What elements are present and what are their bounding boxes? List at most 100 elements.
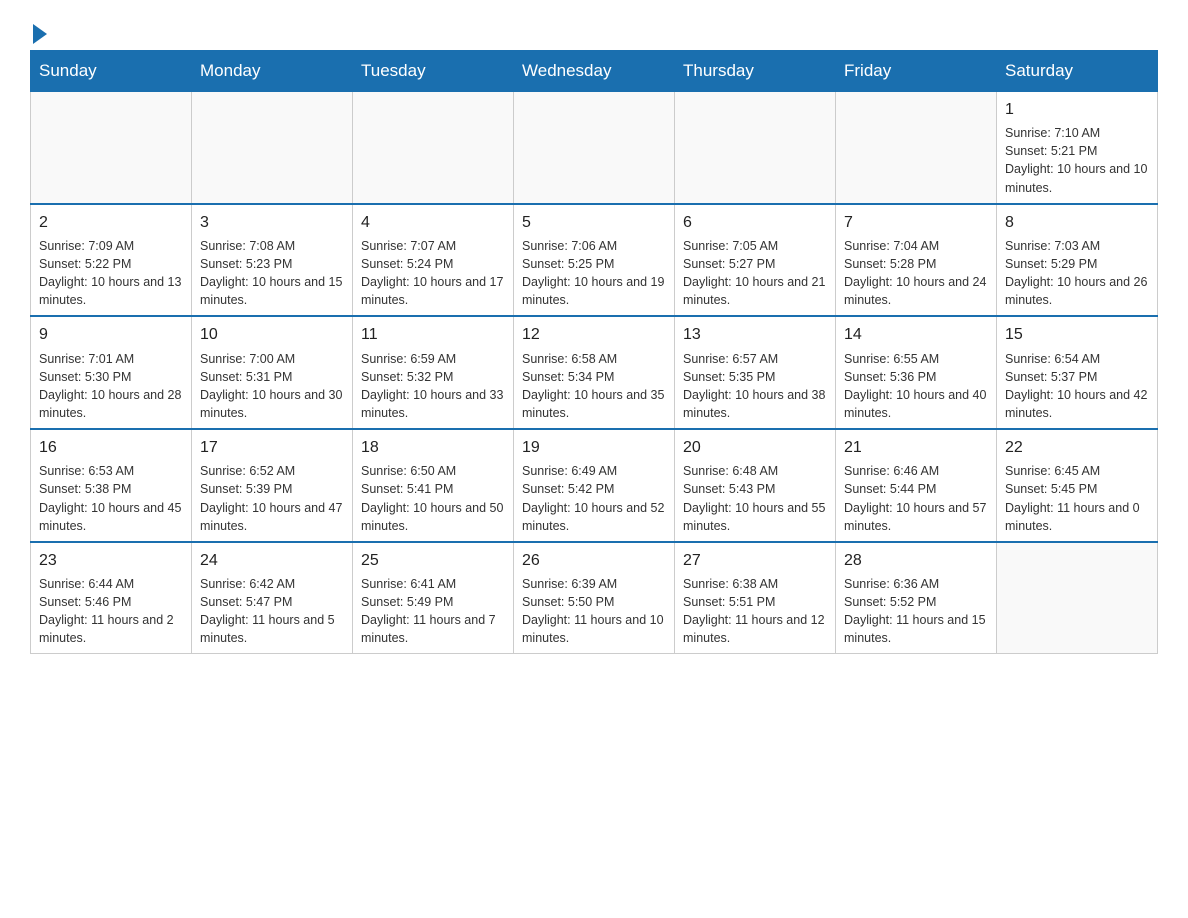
day-number: 8 (1005, 211, 1149, 234)
calendar-cell: 1 Sunrise: 7:10 AM Sunset: 5:21 PM Daylig… (997, 92, 1158, 204)
day-info: Sunrise: 6:46 AM Sunset: 5:44 PM Dayligh… (844, 462, 988, 535)
day-info: Sunrise: 7:06 AM Sunset: 5:25 PM Dayligh… (522, 237, 666, 310)
day-number: 6 (683, 211, 827, 234)
calendar-cell: 11Sunrise: 6:59 AM Sunset: 5:32 PM Dayli… (353, 316, 514, 429)
day-number: 27 (683, 549, 827, 572)
day-number: 21 (844, 436, 988, 459)
calendar-cell: 14 Sunrise: 6:55 AM Sunset: 5:36 PM Dayli… (836, 316, 997, 429)
day-number: 4 (361, 211, 505, 234)
calendar-cell: 28 Sunrise: 6:36 AM Sunset: 5:52 PM Dayli… (836, 542, 997, 654)
calendar-cell: 18Sunrise: 6:50 AM Sunset: 5:41 PM Dayli… (353, 429, 514, 542)
day-number: 5 (522, 211, 666, 234)
day-number: 26 (522, 549, 666, 572)
day-info: Sunrise: 6:57 AM Sunset: 5:35 PM Dayligh… (683, 350, 827, 423)
calendar-cell (836, 92, 997, 204)
calendar-cell: 27 Sunrise: 6:38 AM Sunset: 5:51 PM Dayli… (675, 542, 836, 654)
calendar-cell: 6 Sunrise: 7:05 AM Sunset: 5:27 PM Daylig… (675, 204, 836, 317)
logo-arrow-icon (33, 24, 47, 44)
day-info: Sunrise: 7:08 AM Sunset: 5:23 PM Dayligh… (200, 237, 344, 310)
day-info: Sunrise: 7:09 AM Sunset: 5:22 PM Dayligh… (39, 237, 183, 310)
calendar-cell: 23 Sunrise: 6:44 AM Sunset: 5:46 PM Dayli… (31, 542, 192, 654)
calendar-cell: 24 Sunrise: 6:42 AM Sunset: 5:47 PM Dayli… (192, 542, 353, 654)
day-number: 15 (1005, 323, 1149, 346)
day-info: Sunrise: 6:36 AM Sunset: 5:52 PM Dayligh… (844, 575, 988, 648)
calendar-week-row-4: 16 Sunrise: 6:53 AM Sunset: 5:38 PM Dayli… (31, 429, 1158, 542)
calendar-weekday-wednesday: Wednesday (514, 51, 675, 92)
calendar-weekday-thursday: Thursday (675, 51, 836, 92)
calendar-header-row: SundayMondayTuesdayWednesdayThursdayFrid… (31, 51, 1158, 92)
calendar-cell: 20 Sunrise: 6:48 AM Sunset: 5:43 PM Dayli… (675, 429, 836, 542)
day-info: Sunrise: 7:05 AM Sunset: 5:27 PM Dayligh… (683, 237, 827, 310)
day-info: Sunrise: 7:00 AM Sunset: 5:31 PM Dayligh… (200, 350, 344, 423)
calendar-cell: 16 Sunrise: 6:53 AM Sunset: 5:38 PM Dayli… (31, 429, 192, 542)
day-info: Sunrise: 6:48 AM Sunset: 5:43 PM Dayligh… (683, 462, 827, 535)
day-number: 23 (39, 549, 183, 572)
calendar-cell: 7 Sunrise: 7:04 AM Sunset: 5:28 PM Daylig… (836, 204, 997, 317)
calendar-cell: 12 Sunrise: 6:58 AM Sunset: 5:34 PM Dayli… (514, 316, 675, 429)
day-number: 2 (39, 211, 183, 234)
calendar-cell: 22 Sunrise: 6:45 AM Sunset: 5:45 PM Dayli… (997, 429, 1158, 542)
calendar-cell: 26 Sunrise: 6:39 AM Sunset: 5:50 PM Dayli… (514, 542, 675, 654)
calendar-cell (997, 542, 1158, 654)
calendar-cell: 21 Sunrise: 6:46 AM Sunset: 5:44 PM Dayli… (836, 429, 997, 542)
calendar-cell (514, 92, 675, 204)
day-number: 20 (683, 436, 827, 459)
calendar-cell: 19Sunrise: 6:49 AM Sunset: 5:42 PM Dayli… (514, 429, 675, 542)
day-number: 24 (200, 549, 344, 572)
calendar-cell (675, 92, 836, 204)
calendar-cell: 5 Sunrise: 7:06 AM Sunset: 5:25 PM Daylig… (514, 204, 675, 317)
calendar-week-row-3: 9 Sunrise: 7:01 AM Sunset: 5:30 PM Daylig… (31, 316, 1158, 429)
calendar-weekday-sunday: Sunday (31, 51, 192, 92)
calendar-cell (192, 92, 353, 204)
day-number: 7 (844, 211, 988, 234)
calendar-cell (31, 92, 192, 204)
page-header (30, 20, 1158, 40)
day-info: Sunrise: 6:41 AM Sunset: 5:49 PM Dayligh… (361, 575, 505, 648)
logo (30, 20, 47, 40)
day-number: 19 (522, 436, 666, 459)
day-number: 11 (361, 323, 505, 346)
day-info: Sunrise: 6:58 AM Sunset: 5:34 PM Dayligh… (522, 350, 666, 423)
day-number: 3 (200, 211, 344, 234)
day-info: Sunrise: 6:50 AM Sunset: 5:41 PM Dayligh… (361, 462, 505, 535)
day-info: Sunrise: 7:07 AM Sunset: 5:24 PM Dayligh… (361, 237, 505, 310)
day-info: Sunrise: 6:38 AM Sunset: 5:51 PM Dayligh… (683, 575, 827, 648)
calendar-week-row-1: 1 Sunrise: 7:10 AM Sunset: 5:21 PM Daylig… (31, 92, 1158, 204)
day-number: 9 (39, 323, 183, 346)
calendar-cell: 25 Sunrise: 6:41 AM Sunset: 5:49 PM Dayli… (353, 542, 514, 654)
day-info: Sunrise: 7:03 AM Sunset: 5:29 PM Dayligh… (1005, 237, 1149, 310)
calendar-cell: 10 Sunrise: 7:00 AM Sunset: 5:31 PM Dayli… (192, 316, 353, 429)
day-number: 12 (522, 323, 666, 346)
day-number: 14 (844, 323, 988, 346)
day-info: Sunrise: 6:55 AM Sunset: 5:36 PM Dayligh… (844, 350, 988, 423)
day-info: Sunrise: 7:01 AM Sunset: 5:30 PM Dayligh… (39, 350, 183, 423)
calendar-week-row-5: 23 Sunrise: 6:44 AM Sunset: 5:46 PM Dayli… (31, 542, 1158, 654)
calendar-cell: 8 Sunrise: 7:03 AM Sunset: 5:29 PM Daylig… (997, 204, 1158, 317)
calendar-cell (353, 92, 514, 204)
calendar-cell: 3 Sunrise: 7:08 AM Sunset: 5:23 PM Daylig… (192, 204, 353, 317)
calendar-table: SundayMondayTuesdayWednesdayThursdayFrid… (30, 50, 1158, 654)
day-number: 16 (39, 436, 183, 459)
day-info: Sunrise: 6:45 AM Sunset: 5:45 PM Dayligh… (1005, 462, 1149, 535)
calendar-weekday-tuesday: Tuesday (353, 51, 514, 92)
calendar-weekday-monday: Monday (192, 51, 353, 92)
calendar-weekday-saturday: Saturday (997, 51, 1158, 92)
day-number: 28 (844, 549, 988, 572)
day-info: Sunrise: 7:04 AM Sunset: 5:28 PM Dayligh… (844, 237, 988, 310)
calendar-week-row-2: 2 Sunrise: 7:09 AM Sunset: 5:22 PM Daylig… (31, 204, 1158, 317)
day-info: Sunrise: 6:42 AM Sunset: 5:47 PM Dayligh… (200, 575, 344, 648)
day-number: 1 (1005, 98, 1149, 121)
calendar-weekday-friday: Friday (836, 51, 997, 92)
day-number: 25 (361, 549, 505, 572)
day-info: Sunrise: 7:10 AM Sunset: 5:21 PM Dayligh… (1005, 124, 1149, 197)
calendar-cell: 9 Sunrise: 7:01 AM Sunset: 5:30 PM Daylig… (31, 316, 192, 429)
day-info: Sunrise: 6:39 AM Sunset: 5:50 PM Dayligh… (522, 575, 666, 648)
day-number: 22 (1005, 436, 1149, 459)
day-info: Sunrise: 6:44 AM Sunset: 5:46 PM Dayligh… (39, 575, 183, 648)
calendar-cell: 17Sunrise: 6:52 AM Sunset: 5:39 PM Dayli… (192, 429, 353, 542)
day-number: 10 (200, 323, 344, 346)
calendar-cell: 15Sunrise: 6:54 AM Sunset: 5:37 PM Dayli… (997, 316, 1158, 429)
day-number: 13 (683, 323, 827, 346)
day-info: Sunrise: 6:53 AM Sunset: 5:38 PM Dayligh… (39, 462, 183, 535)
day-info: Sunrise: 6:52 AM Sunset: 5:39 PM Dayligh… (200, 462, 344, 535)
